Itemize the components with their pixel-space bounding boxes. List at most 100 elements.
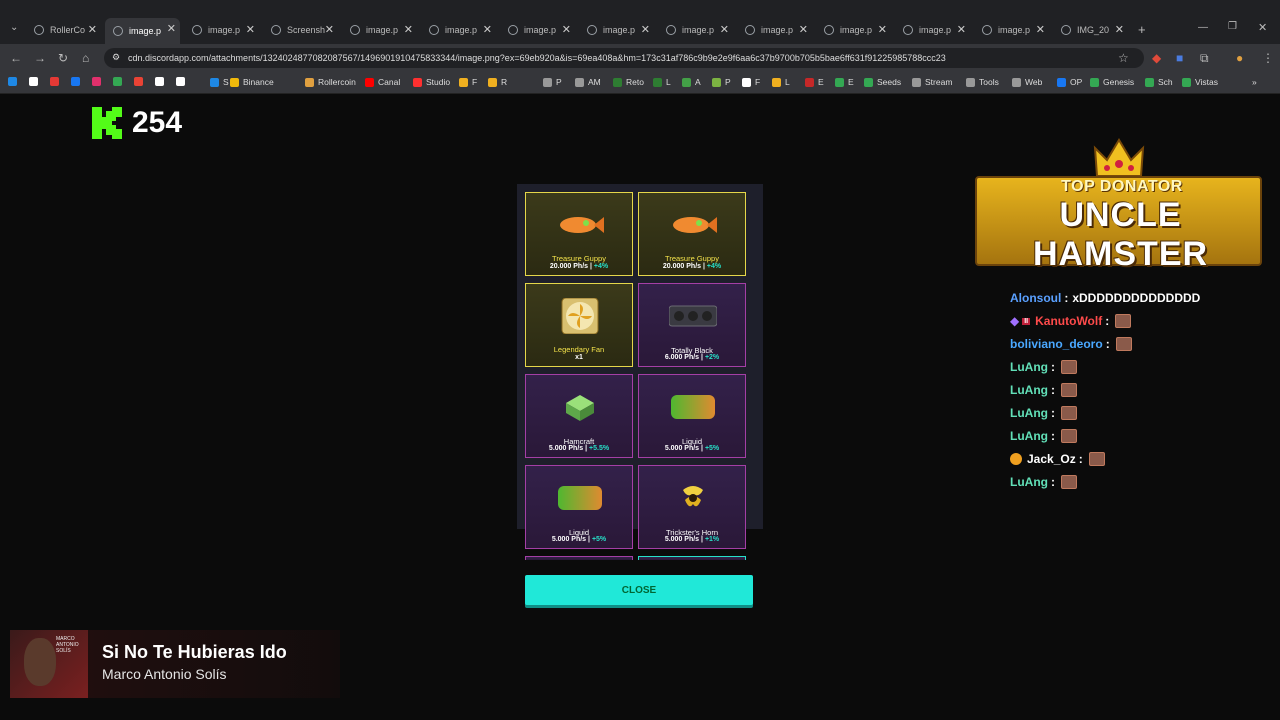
bookmark-icon[interactable] [134, 77, 147, 86]
chat-username[interactable]: KanutoWolf [1035, 314, 1102, 328]
browser-tab[interactable]: image.p ✕ [579, 19, 654, 41]
back-icon[interactable]: ← [10, 51, 22, 65]
bookmark-icon[interactable] [29, 77, 42, 86]
home-icon[interactable]: ⌂ [82, 51, 89, 65]
loot-card-partial[interactable] [638, 556, 746, 560]
site-info-icon[interactable]: ⚙ [112, 52, 120, 63]
loot-card[interactable]: Hamcraft 5.000 Ph/s | +5.5% [525, 374, 633, 458]
close-tab-icon[interactable]: ✕ [325, 23, 334, 36]
loot-card[interactable]: Treasure Guppy 20.000 Ph/s | +4% [525, 192, 633, 276]
bookmark-icon[interactable] [92, 77, 105, 86]
minimize-icon[interactable]: — [1198, 22, 1208, 33]
chat-username[interactable]: LuAng [1010, 360, 1048, 374]
reload-icon[interactable]: ↻ [58, 51, 68, 65]
close-tab-icon[interactable]: ✕ [720, 23, 729, 36]
browser-tab[interactable]: Screensh ✕ [263, 19, 338, 41]
close-tab-icon[interactable]: ✕ [167, 22, 176, 35]
browser-tab[interactable]: image.p ✕ [342, 19, 417, 41]
browser-tab[interactable]: image.p ✕ [974, 19, 1049, 41]
close-tab-icon[interactable]: ✕ [88, 23, 97, 36]
bookmark-item[interactable]: AM [575, 77, 601, 87]
close-button[interactable]: CLOSE [525, 575, 753, 605]
browser-tab[interactable]: RollerCo ✕ [26, 19, 101, 41]
loot-card[interactable]: Legendary Fan x1 [525, 283, 633, 367]
extension-icon[interactable]: ◆ [1152, 51, 1161, 65]
chat-username[interactable]: Alonsoul [1010, 291, 1061, 305]
bookmark-item[interactable]: Web [1012, 77, 1042, 87]
browser-tab[interactable]: image.p ✕ [737, 19, 812, 41]
chat-username[interactable]: boliviano_deoro [1010, 337, 1103, 351]
close-tab-icon[interactable]: ✕ [1115, 23, 1124, 36]
close-tab-icon[interactable]: ✕ [483, 23, 492, 36]
bookmark-icon[interactable] [155, 77, 168, 86]
close-tab-icon[interactable]: ✕ [957, 23, 966, 36]
url-field[interactable]: ⚙ cdn.discordapp.com/attachments/1324024… [104, 48, 1144, 68]
bookmark-item[interactable]: F [742, 77, 760, 87]
bookmark-item[interactable]: P [712, 77, 731, 87]
browser-tab[interactable]: image.p ✕ [421, 19, 496, 41]
new-tab-button[interactable]: + [1138, 22, 1146, 37]
bookmark-icon[interactable] [176, 77, 189, 86]
bookmark-item[interactable]: OP [1057, 77, 1082, 87]
bookmark-item[interactable]: Sch [1145, 77, 1173, 87]
bookmark-item[interactable]: F [459, 77, 477, 87]
chat-username[interactable]: LuAng [1010, 406, 1048, 420]
bookmark-item[interactable]: Stream [912, 77, 952, 87]
bookmark-item[interactable]: L [653, 77, 671, 87]
bookmark-icon[interactable] [113, 77, 126, 86]
bookmark-item[interactable]: Reto [613, 77, 644, 87]
extensions-puzzle-icon[interactable]: ⧉ [1200, 51, 1209, 66]
bookmark-item[interactable]: Tools [966, 77, 999, 87]
loot-card[interactable]: Treasure Guppy 20.000 Ph/s | +4% [638, 192, 746, 276]
bookmark-item[interactable]: P [543, 77, 562, 87]
bookmark-item[interactable]: E [835, 77, 854, 87]
bookmark-item[interactable]: R [488, 77, 507, 87]
close-tab-icon[interactable]: ✕ [799, 23, 808, 36]
close-tab-icon[interactable]: ✕ [562, 23, 571, 36]
browser-tab[interactable]: image.p ✕ [658, 19, 733, 41]
menu-icon[interactable]: ⋮ [1262, 51, 1274, 65]
bookmark-item[interactable]: L [772, 77, 790, 87]
close-tab-icon[interactable]: ✕ [878, 23, 887, 36]
bookmark-item[interactable]: S [210, 77, 229, 87]
bookmark-item[interactable]: Studio [413, 77, 450, 87]
extension-icon[interactable]: ■ [1176, 51, 1183, 65]
bookmark-item[interactable]: E [805, 77, 824, 87]
close-tab-icon[interactable]: ✕ [246, 23, 255, 36]
chat-username[interactable]: LuAng [1010, 429, 1048, 443]
loot-card[interactable]: Liquid 5.000 Ph/s | +5% [525, 465, 633, 549]
bookmark-item[interactable]: Vistas [1182, 77, 1218, 87]
bookmark-star-icon[interactable]: ☆ [1118, 51, 1129, 65]
tab-search-icon[interactable]: ⌄ [10, 22, 18, 33]
forward-icon[interactable]: → [34, 51, 46, 65]
loot-card-partial[interactable] [525, 556, 633, 560]
close-tab-icon[interactable]: ✕ [1036, 23, 1045, 36]
profile-avatar[interactable]: ● [1236, 51, 1243, 65]
bookmark-item[interactable]: A [682, 77, 701, 87]
loot-card[interactable]: Trickster's Horn 5.000 Ph/s | +1% [638, 465, 746, 549]
loot-card[interactable]: Liquid 5.000 Ph/s | +5% [638, 374, 746, 458]
maximize-icon[interactable]: ❐ [1228, 21, 1237, 32]
bookmark-item[interactable]: Rollercoin [305, 77, 356, 87]
bookmark-icon[interactable] [8, 77, 21, 86]
browser-tab[interactable]: image.p ✕ [816, 19, 891, 41]
bookmark-item[interactable]: Genesis [1090, 77, 1134, 87]
bookmark-icon[interactable] [50, 77, 63, 86]
close-tab-icon[interactable]: ✕ [404, 23, 413, 36]
bookmark-item[interactable]: Seeds [864, 77, 901, 87]
browser-tab[interactable]: IMG_20 ✕ [1053, 19, 1128, 41]
chat-username[interactable]: LuAng [1010, 383, 1048, 397]
chat-username[interactable]: Jack_Oz [1027, 452, 1076, 466]
bookmark-icon[interactable] [71, 77, 84, 86]
bookmark-item[interactable]: Canal [365, 77, 400, 87]
close-window-icon[interactable]: ✕ [1258, 21, 1267, 34]
close-tab-icon[interactable]: ✕ [641, 23, 650, 36]
browser-tab[interactable]: image.p ✕ [105, 18, 180, 44]
loot-card[interactable]: Totally Black 6.000 Ph/s | +2% [638, 283, 746, 367]
browser-tab[interactable]: image.p ✕ [184, 19, 259, 41]
bookmarks-overflow-icon[interactable]: » [1252, 77, 1257, 87]
browser-tab[interactable]: image.p ✕ [500, 19, 575, 41]
chat-username[interactable]: LuAng [1010, 475, 1048, 489]
bookmark-item[interactable]: Binance [230, 77, 274, 87]
browser-tab[interactable]: image.p ✕ [895, 19, 970, 41]
